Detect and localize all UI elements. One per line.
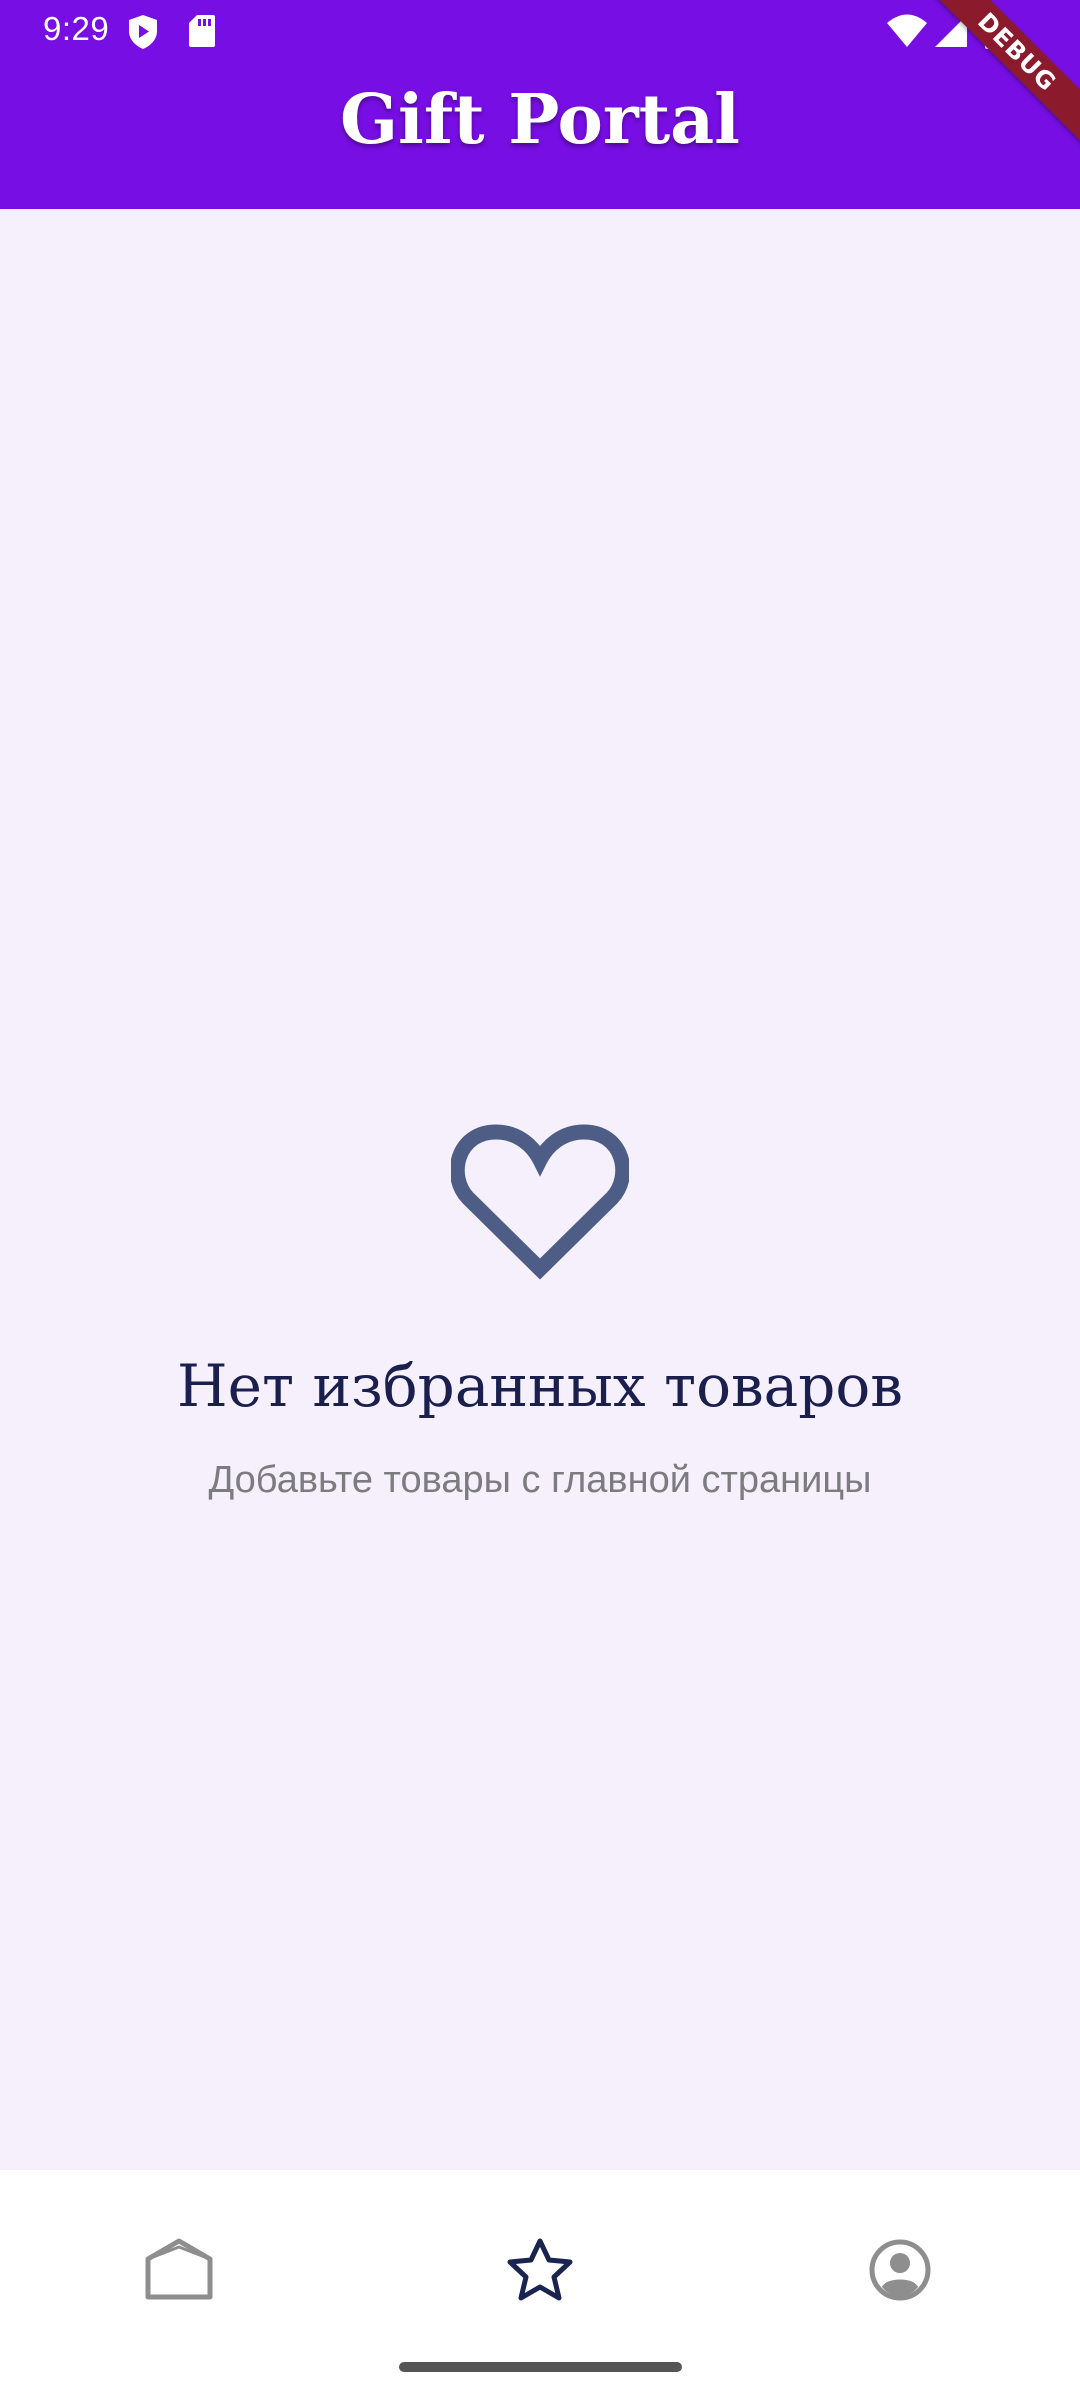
- nav-favorites-button[interactable]: [480, 2210, 600, 2330]
- cell-signal-icon: [935, 15, 967, 47]
- empty-state-title: Нет избранных товаров: [177, 1352, 903, 1420]
- status-bar: 9:29: [0, 0, 1080, 62]
- empty-state-subtitle: Добавьте товары с главной страницы: [208, 1459, 872, 1501]
- account-circle-icon: [869, 2239, 931, 2301]
- battery-icon: [985, 12, 1003, 49]
- wifi-icon: [887, 14, 927, 47]
- sd-card-icon: [189, 15, 215, 47]
- nav-home-button[interactable]: [119, 2210, 239, 2330]
- gesture-home-indicator[interactable]: [399, 2362, 682, 2372]
- status-time: 9:29: [43, 10, 110, 47]
- star-icon: [507, 2238, 573, 2301]
- shield-play-icon: [129, 15, 157, 49]
- heart-outline-icon: [451, 1124, 629, 1280]
- nav-profile-button[interactable]: [840, 2210, 960, 2330]
- app-bar: 9:29 Gift Portal: [0, 0, 1080, 209]
- app-title: Gift Portal: [339, 80, 741, 160]
- home-icon: [145, 2238, 213, 2300]
